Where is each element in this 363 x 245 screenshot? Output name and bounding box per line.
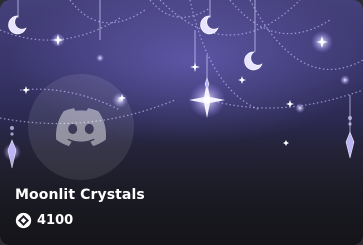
shop-item-card[interactable]: Moonlit Crystals 4100 (0, 0, 363, 245)
price-value: 4100 (37, 213, 74, 228)
item-title: Moonlit Crystals (15, 187, 145, 203)
avatar (28, 74, 134, 180)
discord-logo-icon (56, 108, 106, 146)
orb-diamond-icon (15, 212, 32, 229)
item-info: Moonlit Crystals 4100 (15, 187, 145, 229)
item-price: 4100 (15, 212, 145, 229)
